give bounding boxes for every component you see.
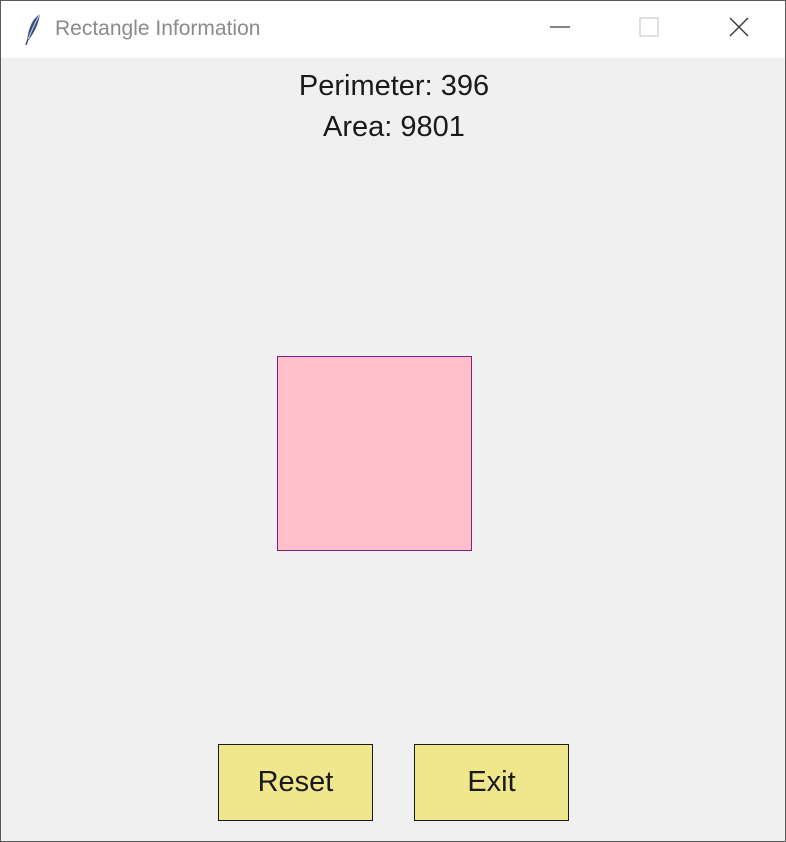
minimize-icon	[549, 16, 571, 43]
feather-icon	[23, 12, 45, 46]
rectangle-shape	[277, 356, 472, 551]
perimeter-label: Perimeter: 396	[298, 70, 490, 102]
window-title: Rectangle Information	[55, 17, 261, 40]
reset-button[interactable]: Reset	[218, 744, 373, 821]
maximize-icon	[638, 16, 660, 43]
area-label: Area: 9801	[323, 111, 465, 143]
maximize-button[interactable]	[605, 1, 693, 58]
exit-button[interactable]: Exit	[414, 744, 569, 821]
app-window: Rectangle Information Perimeter: 396 Are…	[0, 0, 786, 842]
title-bar[interactable]: Rectangle Information	[1, 1, 785, 58]
close-icon	[728, 16, 750, 43]
close-button[interactable]	[695, 1, 783, 58]
minimize-button[interactable]	[516, 1, 604, 58]
client-area: Perimeter: 396 Area: 9801 Reset Exit	[1, 58, 785, 841]
